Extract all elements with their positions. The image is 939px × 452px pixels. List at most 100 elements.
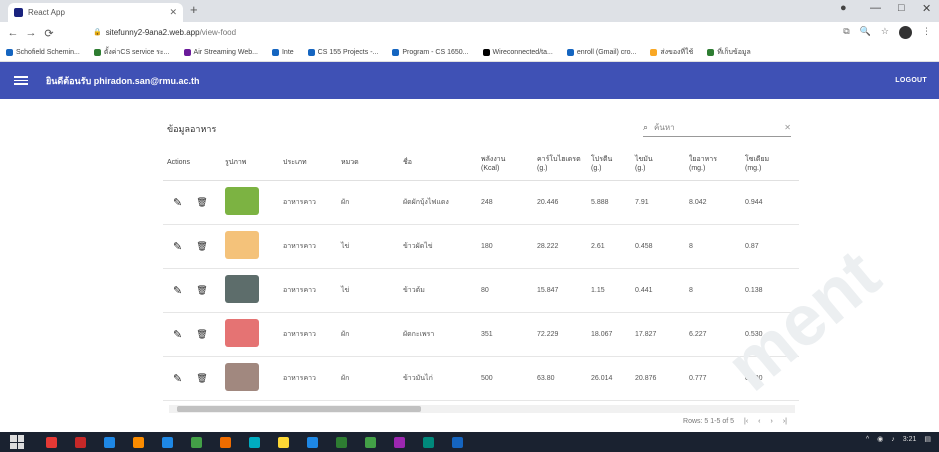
maximize-icon[interactable]: □ [898, 2, 905, 14]
cell-carb: 63.80 [533, 356, 587, 401]
more-menu-icon[interactable]: ⋮ [922, 26, 931, 39]
column-header[interactable]: โปรตีน (g.) [587, 146, 631, 181]
volume-icon[interactable]: ♪ [891, 436, 895, 443]
taskbar-app-icon[interactable] [75, 436, 86, 448]
column-header[interactable]: Actions [163, 146, 221, 181]
network-icon[interactable]: ◉ [877, 435, 883, 443]
cell-fat: 0.441 [631, 268, 685, 313]
taskbar-app-icon[interactable] [249, 436, 260, 448]
avatar[interactable] [899, 26, 912, 39]
column-header[interactable]: หมวด [337, 146, 399, 181]
bookmark-icon [93, 49, 101, 56]
cell-fiber: 6.227 [685, 312, 741, 357]
cell-cat: ผัก [337, 356, 399, 401]
taskbar-app-icon[interactable] [423, 436, 434, 448]
taskbar-app-icon[interactable] [452, 436, 463, 448]
cell-protein: 2.61 [587, 224, 631, 269]
taskbar-app-icon[interactable] [104, 436, 115, 448]
bookmark-label: CS 155 Projects -... [317, 49, 379, 56]
table-title: ข้อมูลอาหาร [167, 124, 217, 134]
bookmark-item[interactable]: Wireconnected/ta... [482, 49, 553, 56]
delete-icon[interactable]: 🗑 [196, 373, 207, 384]
cell-protein: 1.15 [587, 268, 631, 313]
table-row: ✎ 🗑 อาหารคาว ไข่ ข้าวผัดไข่ 180 28.222 2.61 0.45… [163, 224, 799, 269]
bookmark-item[interactable]: ส่งของที่ใช้ [650, 47, 693, 58]
taskbar-app-icon[interactable] [336, 436, 347, 448]
taskbar-app-icon[interactable] [278, 436, 289, 448]
taskbar-app-icon[interactable] [191, 436, 202, 448]
bookmark-item[interactable]: Schofield Schemin... [6, 49, 80, 56]
new-tab-icon[interactable]: + [190, 2, 198, 17]
hamburger-menu-icon[interactable] [14, 76, 28, 85]
column-header[interactable]: พลังงาน (Kcal) [477, 146, 533, 181]
bookmark-item[interactable]: Inte [271, 49, 294, 56]
taskbar-app-icon[interactable] [307, 436, 318, 448]
column-header[interactable]: คาร์โบไฮเดรต (g.) [533, 146, 587, 181]
taskbar-app-icon[interactable] [133, 436, 144, 448]
welcome-title: ยินดีต้อนรับ phiradon.san@rmu.ac.th [46, 75, 200, 86]
bookmark-item[interactable]: Air Streaming Web... [183, 49, 258, 56]
table-row: ✎ 🗑 อาหารคาว ผัก ผัดผักบุ้งไฟแดง 248 20.446 5.8… [163, 180, 799, 225]
column-header[interactable]: ใยอาหาร (mg.) [685, 146, 741, 181]
bookmark-item[interactable]: ที่เก็บข้อมูล [707, 47, 751, 58]
edit-icon[interactable]: ✎ [173, 240, 182, 253]
bookmark-label: Inte [281, 49, 294, 56]
bookmark-item[interactable]: enroll (Gmail) cro... [566, 49, 636, 56]
food-thumbnail [225, 319, 259, 347]
url-field[interactable]: 🔒 sitefunny2-9ana2.web.app /view-food [85, 24, 815, 40]
actions-cell: ✎ 🗑 [163, 356, 221, 401]
prev-page-icon[interactable]: ‹ [758, 418, 760, 425]
cell-protein: 5.888 [587, 180, 631, 225]
bookmark-label: Wireconnected/ta... [492, 49, 553, 56]
bookmark-item[interactable]: Program - CS 1650... [392, 49, 469, 56]
last-page-icon[interactable]: ›| [783, 418, 787, 425]
extensions-icon[interactable]: ⧉ [843, 26, 849, 39]
taskbar-app-icon[interactable] [365, 436, 376, 448]
delete-icon[interactable]: 🗑 [196, 241, 207, 252]
browser-tab[interactable]: React App ✕ [8, 3, 183, 22]
bookmark-icon [307, 49, 315, 56]
edit-icon[interactable]: ✎ [173, 372, 182, 385]
windows-start-icon[interactable] [10, 435, 24, 449]
column-header[interactable]: โซเดียม (mg.) [741, 146, 799, 181]
star-icon[interactable]: ☆ [881, 26, 889, 39]
edit-icon[interactable]: ✎ [173, 196, 182, 209]
taskbar-app-icon[interactable] [220, 436, 231, 448]
column-header[interactable]: ชื่อ [399, 146, 477, 181]
delete-icon[interactable]: 🗑 [196, 329, 207, 340]
search-input[interactable]: ⌕ ค้นหา ✕ [643, 119, 791, 137]
zoom-icon[interactable]: 🔍 [860, 26, 871, 39]
taskbar-app-icon[interactable] [162, 436, 173, 448]
delete-icon[interactable]: 🗑 [196, 285, 207, 296]
edit-icon[interactable]: ✎ [173, 328, 182, 341]
taskbar-app-icon[interactable] [394, 436, 405, 448]
address-bar: ← → ⟳ 🔒 sitefunny2-9ana2.web.app /view-f… [0, 22, 939, 44]
forward-arrow-icon[interactable]: → [22, 27, 40, 39]
close-tab-icon[interactable]: ✕ [169, 7, 177, 18]
profile-dot-icon[interactable]: ● [840, 2, 847, 14]
windows-taskbar: ^ ◉ ♪ 3:21 ▤ [0, 432, 939, 452]
close-window-icon[interactable]: ✕ [922, 2, 931, 15]
clock[interactable]: 3:21 [903, 436, 917, 443]
notification-icon[interactable]: ▤ [924, 435, 931, 443]
minimize-icon[interactable]: — [870, 2, 881, 14]
horizontal-scrollbar[interactable] [169, 405, 795, 413]
bookmark-item[interactable]: ตั้งค่าCS service ระ... [93, 47, 170, 58]
first-page-icon[interactable]: |‹ [744, 418, 748, 425]
column-header[interactable]: ไขมัน (g.) [631, 146, 685, 181]
bookmark-item[interactable]: CS 155 Projects -... [307, 49, 379, 56]
scrollbar-thumb[interactable] [177, 406, 421, 412]
back-arrow-icon[interactable]: ← [4, 27, 22, 39]
cell-fat: 7.91 [631, 180, 685, 225]
clear-search-icon[interactable]: ✕ [784, 123, 791, 132]
delete-icon[interactable]: 🗑 [196, 197, 207, 208]
next-page-icon[interactable]: › [771, 418, 773, 425]
column-header[interactable]: ประเภท [279, 146, 337, 181]
taskbar-app-icon[interactable] [46, 436, 57, 448]
logout-button[interactable]: LOGOUT [895, 77, 927, 84]
react-app-favicon-icon [14, 8, 23, 17]
tray-arrow-icon[interactable]: ^ [866, 436, 869, 443]
edit-icon[interactable]: ✎ [173, 284, 182, 297]
column-header[interactable]: รูปภาพ [221, 146, 279, 181]
reload-icon[interactable]: ⟳ [40, 27, 58, 40]
